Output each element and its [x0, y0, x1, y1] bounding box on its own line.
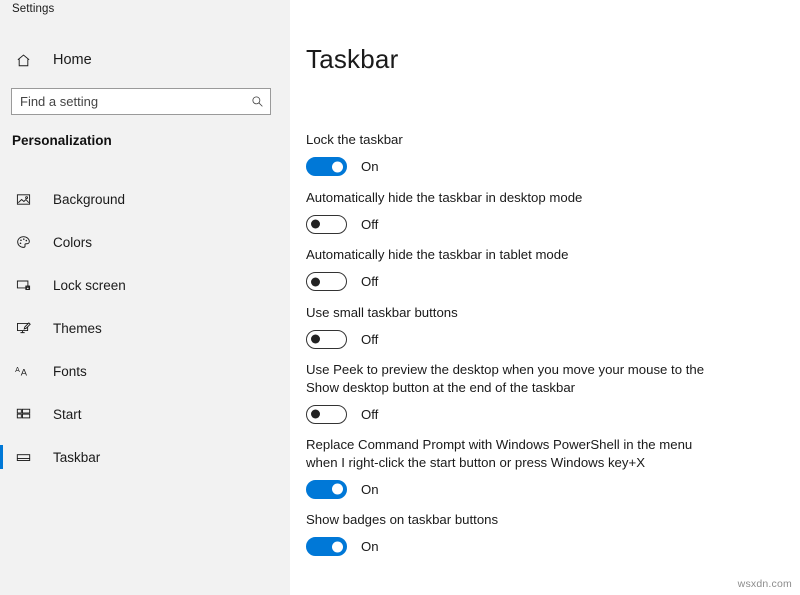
sidebar-section-title: Personalization: [12, 133, 112, 148]
search-box[interactable]: [11, 88, 271, 115]
toggle-switch[interactable]: [306, 330, 347, 349]
sidebar-item-fonts[interactable]: A A Fonts: [0, 350, 290, 393]
app-title: Settings: [12, 3, 54, 15]
search-icon[interactable]: [244, 89, 270, 114]
setting-label: Lock the taskbar: [306, 131, 706, 149]
sidebar-item-themes-label: Themes: [53, 321, 102, 336]
setting-use-small-taskbar-buttons: Use small taskbar buttons Off: [306, 304, 726, 351]
start-tiles-icon: [12, 404, 34, 426]
toggle-state-label: Off: [361, 332, 378, 347]
watermark: wsxdn.com: [738, 578, 792, 590]
setting-label: Automatically hide the taskbar in deskto…: [306, 189, 706, 207]
sidebar-item-home[interactable]: Home: [0, 44, 290, 76]
sidebar-item-lock-screen[interactable]: Lock screen: [0, 264, 290, 307]
lock-screen-icon: [12, 275, 34, 297]
settings-window: Settings Home Personalization: [0, 0, 800, 595]
settings-list: Lock the taskbar On Automatically hide t…: [306, 131, 726, 569]
main-content: Taskbar Lock the taskbar On Automaticall…: [290, 0, 800, 595]
toggle-row[interactable]: Off: [306, 328, 726, 350]
toggle-switch[interactable]: [306, 157, 347, 176]
sidebar-item-start-label: Start: [53, 407, 82, 422]
toggle-knob: [311, 410, 320, 419]
sidebar: Settings Home Personalization: [0, 0, 290, 595]
setting-label: Show badges on taskbar buttons: [306, 511, 706, 529]
taskbar-icon: [12, 447, 34, 469]
sidebar-nav: Background Colors: [0, 178, 290, 479]
toggle-row[interactable]: Off: [306, 271, 726, 293]
toggle-knob: [311, 220, 320, 229]
toggle-state-label: On: [361, 539, 379, 554]
toggle-switch[interactable]: [306, 215, 347, 234]
svg-text:A: A: [20, 368, 27, 378]
toggle-state-label: On: [361, 482, 379, 497]
toggle-row[interactable]: On: [306, 536, 726, 558]
toggle-knob: [311, 277, 320, 286]
toggle-state-label: Off: [361, 274, 378, 289]
picture-icon: [12, 189, 34, 211]
toggle-switch[interactable]: [306, 537, 347, 556]
setting-label: Replace Command Prompt with Windows Powe…: [306, 436, 706, 471]
toggle-state-label: Off: [361, 217, 378, 232]
sidebar-item-home-label: Home: [53, 52, 92, 68]
sidebar-item-background[interactable]: Background: [0, 178, 290, 221]
toggle-state-label: Off: [361, 407, 378, 422]
page-title: Taskbar: [306, 44, 398, 75]
sidebar-item-themes[interactable]: Themes: [0, 307, 290, 350]
setting-auto-hide-tablet-mode: Automatically hide the taskbar in tablet…: [306, 246, 726, 293]
toggle-knob: [332, 161, 343, 172]
toggle-switch[interactable]: [306, 405, 347, 424]
search-input[interactable]: [12, 89, 244, 114]
toggle-switch[interactable]: [306, 272, 347, 291]
fonts-icon: A A: [12, 361, 34, 383]
sidebar-item-fonts-label: Fonts: [53, 364, 87, 379]
sidebar-item-taskbar[interactable]: Taskbar: [0, 436, 290, 479]
toggle-knob: [332, 484, 343, 495]
setting-label: Use Peek to preview the desktop when you…: [306, 361, 706, 396]
toggle-knob: [332, 541, 343, 552]
toggle-row[interactable]: On: [306, 478, 726, 500]
palette-icon: [12, 232, 34, 254]
sidebar-item-lock-screen-label: Lock screen: [53, 278, 126, 293]
setting-show-badges: Show badges on taskbar buttons On: [306, 511, 726, 558]
toggle-row[interactable]: Off: [306, 213, 726, 235]
toggle-knob: [311, 335, 320, 344]
setting-label: Use small taskbar buttons: [306, 304, 706, 322]
sidebar-item-colors[interactable]: Colors: [0, 221, 290, 264]
toggle-row[interactable]: On: [306, 156, 726, 178]
sidebar-item-background-label: Background: [53, 192, 125, 207]
svg-text:A: A: [15, 367, 20, 374]
toggle-state-label: On: [361, 159, 379, 174]
setting-auto-hide-desktop-mode: Automatically hide the taskbar in deskto…: [306, 189, 726, 236]
setting-replace-command-prompt: Replace Command Prompt with Windows Powe…: [306, 436, 726, 500]
sidebar-item-colors-label: Colors: [53, 235, 92, 250]
toggle-row[interactable]: Off: [306, 403, 726, 425]
toggle-switch[interactable]: [306, 480, 347, 499]
sidebar-item-start[interactable]: Start: [0, 393, 290, 436]
setting-use-peek: Use Peek to preview the desktop when you…: [306, 361, 726, 425]
sidebar-item-taskbar-label: Taskbar: [53, 450, 100, 465]
themes-icon: [12, 318, 34, 340]
setting-lock-the-taskbar: Lock the taskbar On: [306, 131, 726, 178]
setting-label: Automatically hide the taskbar in tablet…: [306, 246, 706, 264]
home-icon: [12, 49, 34, 71]
selection-indicator: [0, 445, 3, 469]
